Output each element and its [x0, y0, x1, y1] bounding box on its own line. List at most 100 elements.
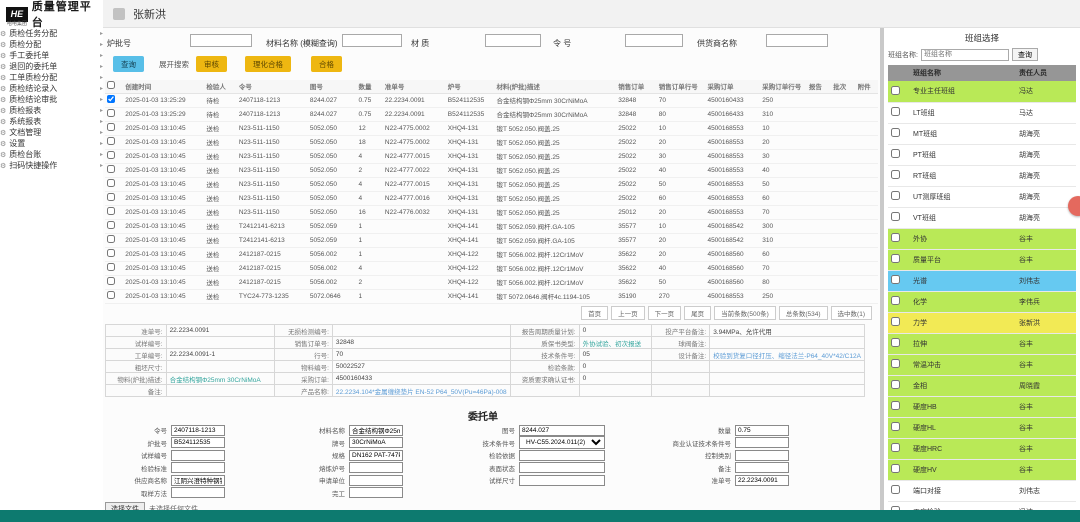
- table-row[interactable]: 2025-01-03 13:10:45 送检 2412187-0215 5056…: [105, 247, 878, 261]
- row-checkbox[interactable]: [107, 109, 115, 117]
- row-checkbox[interactable]: [107, 95, 115, 103]
- total-count-info[interactable]: 总条数(534): [779, 306, 828, 320]
- menu-icon[interactable]: [113, 8, 125, 20]
- team-person-link[interactable]: 张新洪: [1016, 312, 1076, 333]
- team-person-link[interactable]: 冯达: [1016, 501, 1076, 510]
- team-row[interactable]: UT测厚班组 胡海亮: [888, 186, 1076, 207]
- audit-button[interactable]: 审核: [196, 56, 227, 72]
- sidebar-item[interactable]: ⚙ 质检台账 ▸: [0, 149, 103, 160]
- team-row-checkbox[interactable]: [891, 86, 900, 95]
- team-person-link[interactable]: 谷丰: [1016, 228, 1076, 249]
- cell-order-no-link[interactable]: T2412141-6213: [237, 233, 308, 247]
- team-row[interactable]: 光谱 刘伟志: [888, 270, 1076, 291]
- supplier-input[interactable]: [766, 34, 828, 47]
- team-row-checkbox[interactable]: [891, 422, 900, 431]
- team-person-link[interactable]: 胡海亮: [1016, 123, 1076, 144]
- sidebar-item[interactable]: ⚙ 质检报表 ▸: [0, 105, 103, 116]
- team-row-checkbox[interactable]: [891, 485, 900, 494]
- table-row[interactable]: 2025-01-03 13:10:45 送检 N23-511-1150 5052…: [105, 163, 878, 177]
- team-row[interactable]: 力学 张新洪: [888, 312, 1076, 333]
- cell-order-no-link[interactable]: TYC24-773-1235: [237, 289, 308, 303]
- sidebar-item[interactable]: ⚙ 质检任务分配 ▸: [0, 28, 103, 39]
- cell-order-no-link[interactable]: T2412141-6213: [237, 219, 308, 233]
- control-class-field[interactable]: [735, 450, 789, 461]
- team-row-checkbox[interactable]: [891, 107, 900, 116]
- team-person-link[interactable]: 谷丰: [1016, 459, 1076, 480]
- team-row-checkbox[interactable]: [891, 401, 900, 410]
- row-checkbox[interactable]: [107, 207, 115, 215]
- team-row[interactable]: 端口对接 刘伟志: [888, 480, 1076, 501]
- team-person-link[interactable]: 刘伟志: [1016, 480, 1076, 501]
- team-search-input[interactable]: [921, 49, 1009, 61]
- team-row-checkbox[interactable]: [891, 338, 900, 347]
- team-row-checkbox[interactable]: [891, 170, 900, 179]
- team-row-checkbox[interactable]: [891, 359, 900, 368]
- team-search-button[interactable]: 查询: [1012, 48, 1038, 61]
- remark-field[interactable]: [735, 462, 789, 473]
- first-page-button[interactable]: 首页: [581, 306, 608, 320]
- team-row[interactable]: PT班组 胡海亮: [888, 144, 1076, 165]
- last-page-button[interactable]: 尾页: [684, 306, 711, 320]
- sidebar-item[interactable]: ⚙ 手工委托单 ▸: [0, 50, 103, 61]
- select-all-checkbox[interactable]: [107, 81, 115, 89]
- team-person-link[interactable]: 谷丰: [1016, 354, 1076, 375]
- row-checkbox[interactable]: [107, 179, 115, 187]
- row-checkbox[interactable]: [107, 151, 115, 159]
- team-row-checkbox[interactable]: [891, 233, 900, 242]
- sidebar-item[interactable]: ⚙ 文档管理 ▸: [0, 127, 103, 138]
- team-row[interactable]: 化学 李伟兵: [888, 291, 1076, 312]
- table-row[interactable]: 2025-01-03 13:10:45 送检 N23-511-1150 5052…: [105, 191, 878, 205]
- grade-field[interactable]: [349, 437, 403, 448]
- cell-order-no-link[interactable]: 2412187-0215: [237, 247, 308, 261]
- row-checkbox[interactable]: [107, 221, 115, 229]
- sidebar-item[interactable]: ⚙ 扫码快捷操作 ▸: [0, 160, 103, 171]
- biz-tech-condition-field[interactable]: [735, 437, 789, 448]
- table-row[interactable]: 2025-01-03 13:10:45 送检 TYC24-773-1235 50…: [105, 289, 878, 303]
- team-row-checkbox[interactable]: [891, 212, 900, 221]
- table-row[interactable]: 2025-01-03 13:10:45 送检 N23-511-1150 5052…: [105, 205, 878, 219]
- material-name-field[interactable]: [349, 425, 403, 436]
- table-row[interactable]: 2025-01-03 13:10:45 送检 N23-511-1150 5052…: [105, 177, 878, 191]
- team-person-link[interactable]: 谷丰: [1016, 396, 1076, 417]
- table-row[interactable]: 2025-01-03 13:25:29 待检 2407118-1213 8244…: [105, 107, 878, 121]
- sidebar-item[interactable]: ⚙ 工单质检分配 ▸: [0, 72, 103, 83]
- expand-search-button[interactable]: 展开搜索: [151, 56, 197, 72]
- lot-no-field[interactable]: [171, 437, 225, 448]
- cell-order-no-link[interactable]: 2407118-1213: [237, 107, 308, 121]
- row-checkbox[interactable]: [107, 291, 115, 299]
- cell-order-no-link[interactable]: N23-511-1150: [237, 191, 308, 205]
- surface-state-field[interactable]: [519, 462, 605, 473]
- row-checkbox[interactable]: [107, 165, 115, 173]
- team-person-link[interactable]: 胡海亮: [1016, 207, 1076, 228]
- team-person-link[interactable]: 胡海亮: [1016, 165, 1076, 186]
- team-row-checkbox[interactable]: [891, 254, 900, 263]
- team-person-link[interactable]: 刘伟志: [1016, 270, 1076, 291]
- cell-order-no-link[interactable]: 2407118-1213: [237, 93, 308, 107]
- team-row-checkbox[interactable]: [891, 275, 900, 284]
- table-row[interactable]: 2025-01-03 13:25:29 待检 2407118-1213 8244…: [105, 93, 878, 107]
- team-row[interactable]: 硬度HB 谷丰: [888, 396, 1076, 417]
- table-row[interactable]: 2025-01-03 13:10:45 送检 N23-511-1150 5052…: [105, 135, 878, 149]
- team-row[interactable]: 常温冲击 谷丰: [888, 354, 1076, 375]
- finish-field[interactable]: [349, 487, 403, 498]
- team-row-checkbox[interactable]: [891, 128, 900, 137]
- team-person-link[interactable]: 周晓霞: [1016, 375, 1076, 396]
- material-name-input[interactable]: [342, 34, 402, 47]
- team-row-checkbox[interactable]: [891, 149, 900, 158]
- team-row[interactable]: 质量平台 谷丰: [888, 249, 1076, 270]
- row-checkbox[interactable]: [107, 277, 115, 285]
- pass-button[interactable]: 合格: [311, 56, 342, 72]
- team-row[interactable]: LT班组 马达: [888, 102, 1076, 123]
- team-row-checkbox[interactable]: [891, 317, 900, 326]
- team-row[interactable]: 专业主任班组 冯达: [888, 81, 1076, 102]
- team-row[interactable]: 拉伸 谷丰: [888, 333, 1076, 354]
- select-all-header[interactable]: [105, 80, 123, 93]
- row-checkbox[interactable]: [107, 235, 115, 243]
- team-row-checkbox[interactable]: [891, 296, 900, 305]
- selected-count-info[interactable]: 选中数(1): [831, 306, 872, 320]
- team-person-link[interactable]: 马达: [1016, 102, 1076, 123]
- team-row[interactable]: RT班组 胡海亮: [888, 165, 1076, 186]
- team-row[interactable]: 硬度HV 谷丰: [888, 459, 1076, 480]
- sample-no-field[interactable]: [171, 450, 225, 461]
- sidebar-item[interactable]: ⚙ 系统报表 ▸: [0, 116, 103, 127]
